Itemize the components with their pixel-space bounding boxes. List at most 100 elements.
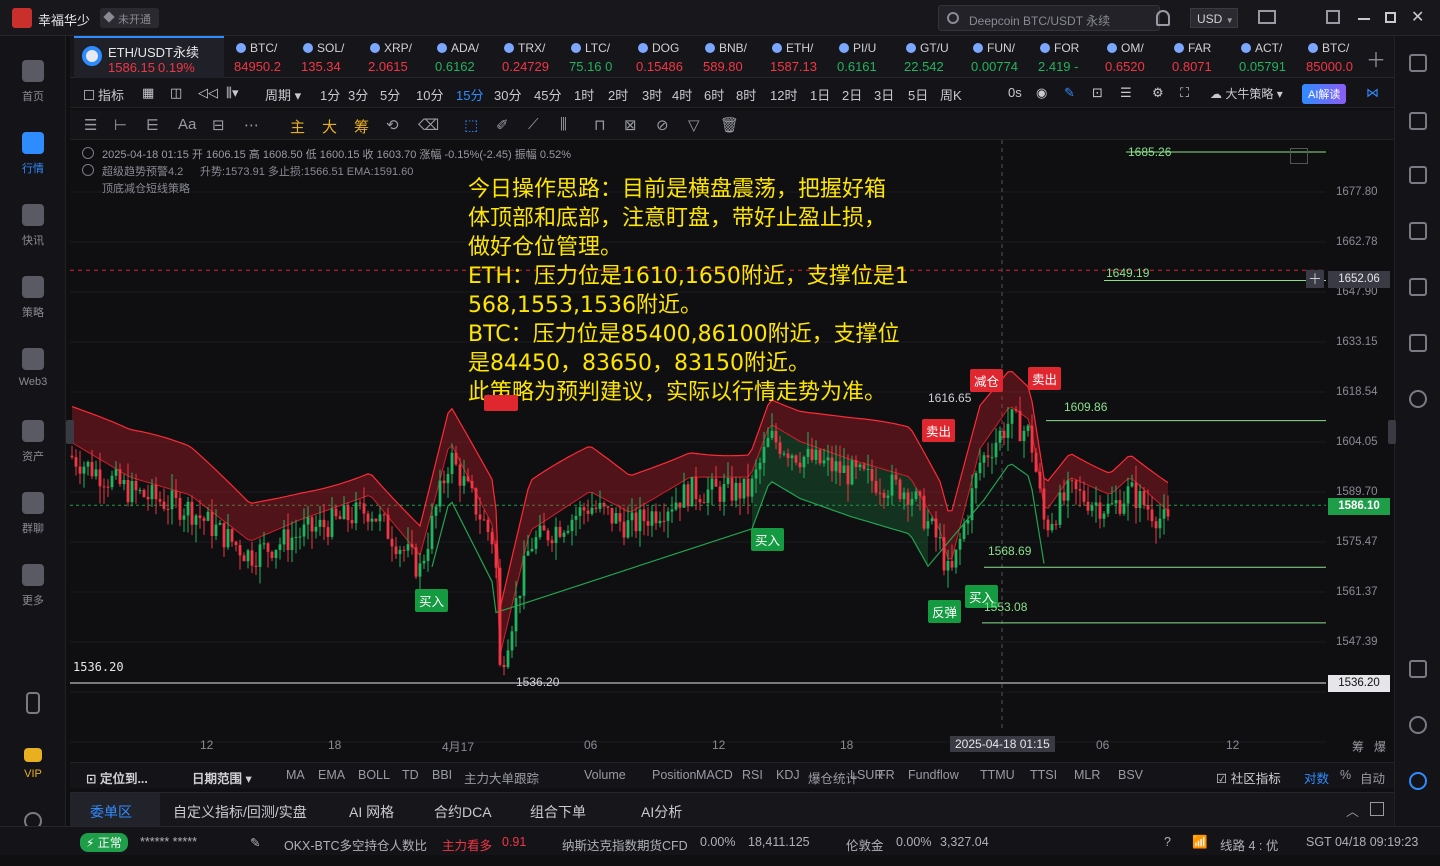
network-line-label[interactable]: 线路 4 : 优 [1220, 835, 1278, 854]
sidebar-item-vip[interactable]: VIP [0, 738, 66, 802]
timeframe-option[interactable]: 30分 [494, 85, 521, 104]
signal-icon[interactable] [1409, 222, 1427, 240]
timeframe-option[interactable]: 3时 [642, 85, 662, 104]
ticker-item[interactable]: SOL/135.34 [301, 36, 367, 78]
chart-type-icon[interactable]: ⫼▾ [226, 85, 239, 101]
ticker-item[interactable]: ACT/0.05791 [1239, 36, 1305, 78]
brush-icon[interactable]: ✐ [496, 116, 509, 134]
dollar-icon[interactable] [1409, 166, 1427, 184]
cursor-icon[interactable]: ⬚ [464, 116, 478, 134]
timeframe-option[interactable]: 5分 [380, 85, 400, 104]
info-icon-2[interactable] [82, 164, 94, 176]
indicator-option[interactable]: TD [402, 768, 419, 782]
tab-ai-analysis[interactable]: AI分析 [641, 802, 682, 822]
sidebar-item-home[interactable]: 首页 [0, 50, 66, 114]
headset-icon[interactable] [1409, 716, 1427, 734]
timeframe-option[interactable]: 4时 [672, 85, 692, 104]
monitor-icon[interactable] [1409, 278, 1427, 296]
chips-label[interactable]: 筹 [1352, 738, 1364, 755]
expand-icon[interactable]: ⊡ [1092, 85, 1103, 101]
locate-button[interactable]: ⊡ 定位到... [86, 768, 148, 787]
indicator-option[interactable]: 主力大单跟踪 [464, 768, 539, 787]
indicator-button[interactable]: 指标 [84, 85, 124, 104]
expand-panel-icon[interactable] [1370, 802, 1384, 816]
indicator-option[interactable]: Position [652, 768, 696, 782]
ticker-item[interactable]: PI/U 0.6161 [837, 36, 903, 78]
collapse-left-icon[interactable] [66, 420, 74, 444]
popout-icon[interactable] [1326, 10, 1340, 24]
ticker-item[interactable]: GT/U 22.542 [904, 36, 970, 78]
sidebar-item-phone[interactable] [0, 682, 66, 746]
candle-tool-icon[interactable]: ⫼ [560, 116, 567, 133]
corner-toggle-icon[interactable] [1290, 148, 1308, 164]
ticker-item[interactable]: ADA/0.6162 [435, 36, 501, 78]
filter-icon[interactable]: ▽ [688, 116, 700, 134]
gear-icon[interactable]: ⚙ [1152, 85, 1164, 101]
eraser-icon[interactable]: ⌫ [418, 116, 439, 134]
card-icon[interactable] [1409, 334, 1427, 352]
info-icon[interactable] [82, 147, 94, 159]
ticker-item[interactable]: BTC/84950.2 [234, 36, 300, 78]
tab-combo-order[interactable]: 组合下单 [530, 802, 586, 822]
period-select[interactable]: 周期 ▾ [265, 85, 301, 104]
timeframe-option[interactable]: 1时 [574, 85, 594, 104]
indicator-option[interactable]: Fundflow [908, 768, 959, 782]
indicator-option[interactable]: BOLL [358, 768, 390, 782]
ticker-main[interactable]: ETH/USDT永续 1586.15 0.19% [74, 36, 224, 78]
collapse-up-icon[interactable]: ︿ [1346, 801, 1359, 820]
indicator-option[interactable]: TTSI [1030, 768, 1057, 782]
percent-toggle[interactable]: % [1340, 768, 1351, 782]
ticker-item[interactable]: FUN/0.00774 [971, 36, 1037, 78]
indicator-option[interactable]: MLR [1074, 768, 1100, 782]
timeframe-option[interactable]: 12时 [770, 85, 797, 104]
ticker-item[interactable]: XRP/2.0615 [368, 36, 434, 78]
timeframe-option[interactable]: 15分 [456, 85, 483, 104]
timeframe-option[interactable]: 8时 [736, 85, 756, 104]
indicator-option[interactable]: TTMU [980, 768, 1015, 782]
more-icon[interactable]: ⋯ [244, 116, 259, 134]
tab-contract-dca[interactable]: 合约DCA [434, 802, 492, 822]
currency-select[interactable]: USD ▼ [1190, 8, 1238, 28]
lock-icon[interactable]: ⊓ [594, 116, 606, 134]
tab-custom-indicator[interactable]: 自定义指标/回测/实盘 [173, 802, 307, 822]
sidebar-item-web3[interactable]: Web3 [0, 338, 66, 402]
ruler-icon[interactable]: ⊟ [212, 116, 225, 134]
timeframe-option[interactable]: 1分 [320, 85, 340, 104]
timeframe-option[interactable]: 45分 [534, 85, 561, 104]
timeframe-option[interactable]: 1日 [810, 85, 830, 104]
ticker-item[interactable]: BNB/589.80 [703, 36, 769, 78]
auto-toggle[interactable]: 自动 [1360, 768, 1385, 787]
menu-icon[interactable]: ☰ [1120, 85, 1132, 101]
timeframe-option[interactable]: 10分 [416, 85, 443, 104]
timeframe-option[interactable]: 5日 [908, 85, 928, 104]
layout-icon[interactable] [1409, 660, 1427, 678]
edit-icon[interactable]: ⊠ [624, 116, 637, 134]
indicator-option[interactable]: MA [286, 768, 305, 782]
timeframe-option[interactable]: 2日 [842, 85, 862, 104]
menu-lines-icon[interactable]: ☰ [84, 116, 97, 134]
document-icon[interactable] [1409, 112, 1427, 130]
mail-icon[interactable] [1258, 10, 1276, 24]
pencil-icon[interactable]: ✎ [250, 835, 260, 850]
strategy-select[interactable]: ☁ 大牛策略 ▾ [1210, 85, 1283, 102]
timeframe-option[interactable]: 3分 [348, 85, 368, 104]
minimize-icon[interactable] [1358, 18, 1370, 20]
tab-chips[interactable]: 筹 [354, 116, 369, 137]
sidebar-item-strategy[interactable]: 策略 [0, 266, 66, 330]
list-icon[interactable] [1409, 54, 1427, 72]
price-axis[interactable]: 1677.80 1662.78 1647.90 1633.15 1618.54 1604.… [1326, 140, 1394, 730]
ticker-item[interactable]: TRX/0.24729 [502, 36, 568, 78]
order-icon[interactable] [1409, 390, 1427, 408]
ticker-item[interactable]: OM/0.6520 [1105, 36, 1171, 78]
tab-ai-grid[interactable]: AI 网格 [349, 802, 394, 822]
ticker-item[interactable]: BTC/85000.0 [1306, 36, 1372, 78]
indicator-option[interactable]: BBI [432, 768, 452, 782]
log-scale-toggle[interactable]: 对数 [1304, 768, 1329, 787]
ai-read-button[interactable]: AI解读 [1302, 84, 1347, 104]
indicator-option[interactable]: EMA [318, 768, 345, 782]
magnet-icon[interactable]: ⊘ [656, 116, 669, 134]
fullscreen-icon[interactable]: ⛶ [1180, 85, 1189, 101]
sidebar-item-market[interactable]: 行情 [0, 122, 66, 186]
pen-icon[interactable]: ✎ [1064, 85, 1075, 101]
timeframe-option[interactable]: 6时 [704, 85, 724, 104]
